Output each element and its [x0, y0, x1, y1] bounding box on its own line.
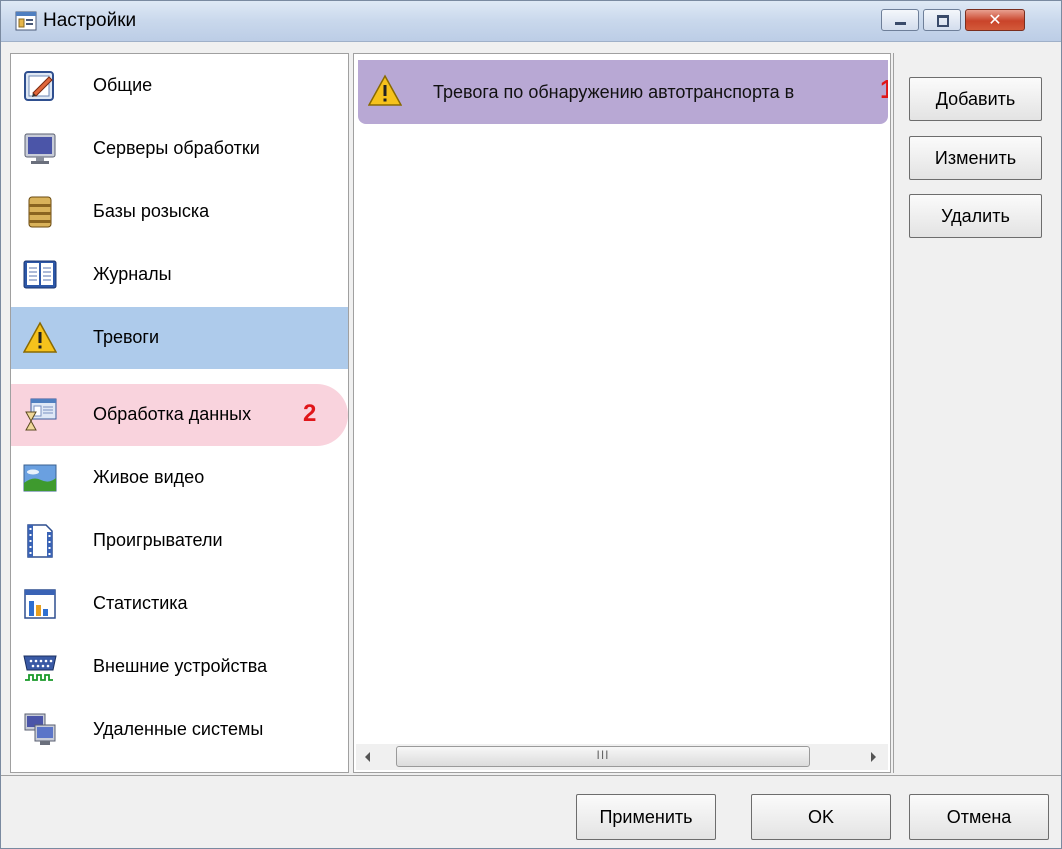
landscape-icon: [23, 464, 57, 492]
sidebar-item-label: Общие: [93, 75, 153, 95]
scroll-left-arrow-icon[interactable]: [356, 744, 384, 770]
remote-computers-icon: [24, 713, 56, 745]
alarms-list: Тревога по обнаружению автотранспорта в …: [353, 53, 891, 773]
sidebar-item-external-devices[interactable]: Внешние устройства: [11, 636, 348, 698]
book-icon: [23, 260, 57, 289]
edit-button-label: Изменить: [934, 148, 1017, 168]
monitor-icon: [24, 133, 56, 164]
ok-button[interactable]: OK: [751, 794, 891, 840]
warning-icon: [23, 321, 57, 353]
minimize-button[interactable]: [881, 9, 919, 31]
serial-port-icon: [23, 655, 57, 681]
bar-chart-icon: [24, 589, 56, 619]
sidebar-item-label: Тревоги: [93, 327, 159, 347]
dialog-footer: Применить OK Отмена: [1, 775, 1061, 848]
close-icon: ✕: [988, 10, 1002, 29]
sidebar-item-label: Базы розыска: [93, 201, 210, 221]
settings-sidebar: Общие Серверы обработки Базы розыска Жур…: [10, 53, 349, 773]
delete-button-label: Удалить: [941, 206, 1010, 226]
add-button[interactable]: Добавить: [909, 77, 1042, 121]
sidebar-item-processing-servers[interactable]: Серверы обработки: [11, 118, 348, 180]
sidebar-item-label: Журналы: [93, 264, 172, 284]
warning-icon: [368, 74, 402, 106]
scroll-thumb[interactable]: III: [396, 746, 810, 767]
sidebar-item-live-video[interactable]: Живое видео: [11, 447, 348, 509]
ok-button-label: OK: [807, 807, 834, 827]
settings-app-icon: [15, 11, 37, 31]
sidebar-item-remote-systems[interactable]: Удаленные системы: [11, 699, 348, 761]
database-icon: [28, 196, 52, 228]
alarm-name: Тревога по обнаружению автотранспорта в: [433, 82, 795, 102]
apply-button[interactable]: Применить: [576, 794, 716, 840]
scroll-grip: III: [596, 748, 610, 762]
sidebar-item-general[interactable]: Общие: [11, 55, 348, 117]
title-bar[interactable]: Настройки ✕: [1, 1, 1061, 42]
annotation-badge: 1: [880, 74, 888, 105]
sidebar-item-search-databases[interactable]: Базы розыска: [11, 181, 348, 243]
sidebar-item-statistics[interactable]: Статистика: [11, 573, 348, 635]
hourglass-window-icon: [25, 398, 57, 431]
sidebar-item-label: Проигрыватели: [93, 530, 223, 550]
sidebar-item-label: Обработка данных: [93, 404, 252, 424]
list-item[interactable]: Тревога по обнаружению автотранспорта в …: [358, 60, 888, 124]
sidebar-item-journals[interactable]: Журналы: [11, 244, 348, 306]
sidebar-item-label: Серверы обработки: [93, 138, 260, 158]
settings-window: Настройки ✕ Общие Серверы обработки Базы…: [0, 0, 1062, 849]
annotation-badge: 2: [303, 400, 317, 427]
sidebar-item-label: Внешние устройства: [93, 656, 268, 676]
close-button[interactable]: ✕: [965, 9, 1025, 31]
sidebar-item-label: Удаленные системы: [93, 719, 264, 739]
sidebar-item-label: Статистика: [93, 593, 188, 613]
apply-button-label: Применить: [599, 807, 693, 827]
cancel-button[interactable]: Отмена: [909, 794, 1049, 840]
actions-panel: Добавить Изменить Удалить: [893, 53, 1061, 773]
sidebar-item-label: Живое видео: [93, 467, 205, 487]
sidebar-item-alarms[interactable]: Тревоги: [11, 307, 348, 369]
window-title: Настройки: [43, 10, 137, 31]
sidebar-item-players[interactable]: Проигрыватели: [11, 510, 348, 572]
delete-button[interactable]: Удалить: [909, 194, 1042, 238]
horizontal-scrollbar[interactable]: III: [356, 744, 888, 770]
settings-edit-icon: [24, 71, 54, 101]
add-button-label: Добавить: [935, 89, 1016, 109]
maximize-button[interactable]: [923, 9, 961, 31]
edit-button[interactable]: Изменить: [909, 136, 1042, 180]
film-icon: [27, 524, 53, 558]
scroll-right-arrow-icon[interactable]: [858, 744, 886, 770]
sidebar-item-data-processing[interactable]: Обработка данных 2: [11, 384, 348, 446]
cancel-button-label: Отмена: [946, 807, 1012, 827]
